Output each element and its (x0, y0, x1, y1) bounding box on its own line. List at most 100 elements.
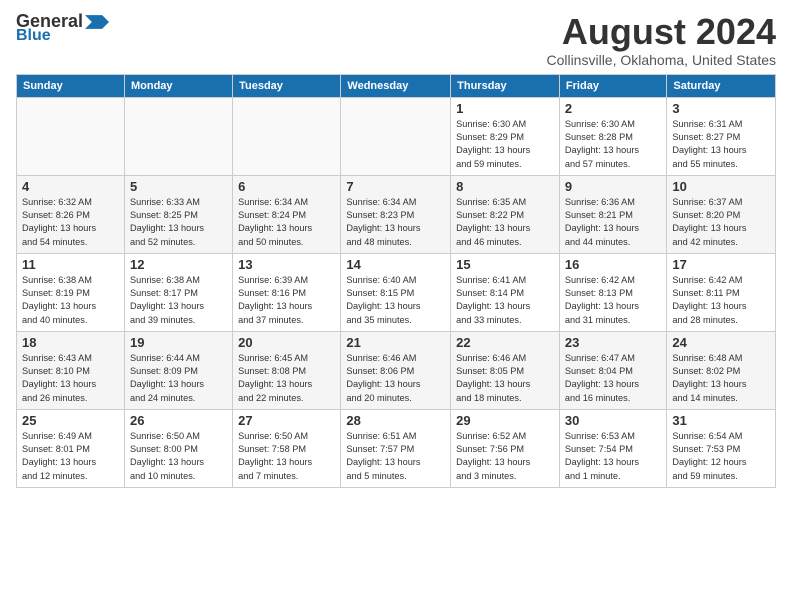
calendar-cell: 3 Sunrise: 6:31 AMSunset: 8:27 PMDaylight… (667, 97, 776, 175)
day-number: 23 (565, 335, 661, 350)
day-number: 7 (346, 179, 445, 194)
calendar-cell (17, 97, 125, 175)
day-info: Sunrise: 6:40 AMSunset: 8:15 PMDaylight:… (346, 274, 445, 327)
day-info: Sunrise: 6:30 AMSunset: 8:28 PMDaylight:… (565, 118, 661, 171)
day-info: Sunrise: 6:51 AMSunset: 7:57 PMDaylight:… (346, 430, 445, 483)
calendar-cell: 16Sunrise: 6:42 AMSunset: 8:13 PMDayligh… (559, 253, 666, 331)
day-number: 17 (672, 257, 770, 272)
calendar-cell: 27Sunrise: 6:50 AMSunset: 7:58 PMDayligh… (233, 409, 341, 487)
day-info: Sunrise: 6:53 AMSunset: 7:54 PMDaylight:… (565, 430, 661, 483)
day-number: 20 (238, 335, 335, 350)
calendar-cell: 11 Sunrise: 6:38 AMSunset: 8:19 PMDayligh… (17, 253, 125, 331)
day-info: Sunrise: 6:39 AMSunset: 8:16 PMDaylight:… (238, 274, 335, 327)
day-number: 10 (672, 179, 770, 194)
day-number: 21 (346, 335, 445, 350)
calendar-cell: 23 Sunrise: 6:47 AMSunset: 8:04 PMDayligh… (559, 331, 666, 409)
day-info: Sunrise: 6:48 AMSunset: 8:02 PMDaylight:… (672, 352, 770, 405)
calendar-cell: 25Sunrise: 6:49 AMSunset: 8:01 PMDayligh… (17, 409, 125, 487)
calendar-cell: 29 Sunrise: 6:52 AMSunset: 7:56 PMDayligh… (451, 409, 560, 487)
day-info: Sunrise: 6:41 AMSunset: 8:14 PMDaylight:… (456, 274, 554, 327)
day-number: 29 (456, 413, 554, 428)
day-info: Sunrise: 6:37 AMSunset: 8:20 PMDaylight:… (672, 196, 770, 249)
day-number: 24 (672, 335, 770, 350)
day-info: Sunrise: 6:50 AMSunset: 7:58 PMDaylight:… (238, 430, 335, 483)
calendar-week-3: 11 Sunrise: 6:38 AMSunset: 8:19 PMDayligh… (17, 253, 776, 331)
calendar-cell: 19 Sunrise: 6:44 AMSunset: 8:09 PMDayligh… (124, 331, 232, 409)
col-friday: Friday (559, 74, 666, 97)
day-number: 31 (672, 413, 770, 428)
calendar-cell: 5Sunrise: 6:33 AMSunset: 8:25 PMDaylight… (124, 175, 232, 253)
calendar-cell: 4 Sunrise: 6:32 AMSunset: 8:26 PMDaylight… (17, 175, 125, 253)
day-number: 30 (565, 413, 661, 428)
day-info: Sunrise: 6:52 AMSunset: 7:56 PMDaylight:… (456, 430, 554, 483)
calendar-cell: 24 Sunrise: 6:48 AMSunset: 8:02 PMDayligh… (667, 331, 776, 409)
day-info: Sunrise: 6:54 AMSunset: 7:53 PMDaylight:… (672, 430, 770, 483)
day-number: 22 (456, 335, 554, 350)
day-info: Sunrise: 6:34 AMSunset: 8:23 PMDaylight:… (346, 196, 445, 249)
calendar-cell: 1 Sunrise: 6:30 AMSunset: 8:29 PMDaylight… (451, 97, 560, 175)
calendar-cell (233, 97, 341, 175)
day-info: Sunrise: 6:45 AMSunset: 8:08 PMDaylight:… (238, 352, 335, 405)
calendar-cell: 7 Sunrise: 6:34 AMSunset: 8:23 PMDaylight… (341, 175, 451, 253)
day-number: 26 (130, 413, 227, 428)
calendar-cell (341, 97, 451, 175)
calendar-cell: 13 Sunrise: 6:39 AMSunset: 8:16 PMDayligh… (233, 253, 341, 331)
day-info: Sunrise: 6:30 AMSunset: 8:29 PMDaylight:… (456, 118, 554, 171)
calendar-week-5: 25Sunrise: 6:49 AMSunset: 8:01 PMDayligh… (17, 409, 776, 487)
day-info: Sunrise: 6:38 AMSunset: 8:17 PMDaylight:… (130, 274, 227, 327)
day-info: Sunrise: 6:38 AMSunset: 8:19 PMDaylight:… (22, 274, 119, 327)
calendar-cell: 9 Sunrise: 6:36 AMSunset: 8:21 PMDaylight… (559, 175, 666, 253)
calendar-header-row: Sunday Monday Tuesday Wednesday Thursday… (17, 74, 776, 97)
calendar-cell: 21Sunrise: 6:46 AMSunset: 8:06 PMDayligh… (341, 331, 451, 409)
calendar-cell: 2 Sunrise: 6:30 AMSunset: 8:28 PMDaylight… (559, 97, 666, 175)
calendar-cell: 28 Sunrise: 6:51 AMSunset: 7:57 PMDayligh… (341, 409, 451, 487)
day-info: Sunrise: 6:32 AMSunset: 8:26 PMDaylight:… (22, 196, 119, 249)
day-info: Sunrise: 6:50 AMSunset: 8:00 PMDaylight:… (130, 430, 227, 483)
day-number: 12 (130, 257, 227, 272)
calendar-cell: 31 Sunrise: 6:54 AMSunset: 7:53 PMDayligh… (667, 409, 776, 487)
col-sunday: Sunday (17, 74, 125, 97)
day-number: 11 (22, 257, 119, 272)
day-number: 25 (22, 413, 119, 428)
col-thursday: Thursday (451, 74, 560, 97)
logo-blue: Blue (16, 28, 51, 44)
day-info: Sunrise: 6:42 AMSunset: 8:13 PMDaylight:… (565, 274, 661, 327)
day-number: 4 (22, 179, 119, 194)
calendar-week-1: 1 Sunrise: 6:30 AMSunset: 8:29 PMDaylight… (17, 97, 776, 175)
calendar-cell: 18Sunrise: 6:43 AMSunset: 8:10 PMDayligh… (17, 331, 125, 409)
day-number: 8 (456, 179, 554, 194)
day-number: 28 (346, 413, 445, 428)
day-info: Sunrise: 6:36 AMSunset: 8:21 PMDaylight:… (565, 196, 661, 249)
logo-arrow-icon (85, 15, 109, 29)
day-number: 6 (238, 179, 335, 194)
calendar-cell: 30 Sunrise: 6:53 AMSunset: 7:54 PMDayligh… (559, 409, 666, 487)
calendar-cell: 15 Sunrise: 6:41 AMSunset: 8:14 PMDayligh… (451, 253, 560, 331)
day-number: 3 (672, 101, 770, 116)
calendar-week-4: 18Sunrise: 6:43 AMSunset: 8:10 PMDayligh… (17, 331, 776, 409)
day-info: Sunrise: 6:46 AMSunset: 8:05 PMDaylight:… (456, 352, 554, 405)
day-number: 2 (565, 101, 661, 116)
page: General Blue August 2024 Collinsville, O… (0, 0, 792, 496)
day-number: 15 (456, 257, 554, 272)
day-info: Sunrise: 6:31 AMSunset: 8:27 PMDaylight:… (672, 118, 770, 171)
calendar-cell: 12 Sunrise: 6:38 AMSunset: 8:17 PMDayligh… (124, 253, 232, 331)
subtitle: Collinsville, Oklahoma, United States (546, 52, 776, 68)
calendar-cell: 14Sunrise: 6:40 AMSunset: 8:15 PMDayligh… (341, 253, 451, 331)
day-number: 19 (130, 335, 227, 350)
day-info: Sunrise: 6:42 AMSunset: 8:11 PMDaylight:… (672, 274, 770, 327)
calendar-cell: 8Sunrise: 6:35 AMSunset: 8:22 PMDaylight… (451, 175, 560, 253)
calendar-cell: 17 Sunrise: 6:42 AMSunset: 8:11 PMDayligh… (667, 253, 776, 331)
calendar-cell: 26 Sunrise: 6:50 AMSunset: 8:00 PMDayligh… (124, 409, 232, 487)
day-number: 9 (565, 179, 661, 194)
day-number: 13 (238, 257, 335, 272)
main-title: August 2024 (546, 12, 776, 52)
day-info: Sunrise: 6:47 AMSunset: 8:04 PMDaylight:… (565, 352, 661, 405)
day-number: 18 (22, 335, 119, 350)
header: General Blue August 2024 Collinsville, O… (16, 12, 776, 68)
day-info: Sunrise: 6:44 AMSunset: 8:09 PMDaylight:… (130, 352, 227, 405)
logo: General Blue (16, 12, 109, 44)
calendar-cell: 10 Sunrise: 6:37 AMSunset: 8:20 PMDayligh… (667, 175, 776, 253)
day-number: 1 (456, 101, 554, 116)
col-saturday: Saturday (667, 74, 776, 97)
calendar-cell: 6Sunrise: 6:34 AMSunset: 8:24 PMDaylight… (233, 175, 341, 253)
